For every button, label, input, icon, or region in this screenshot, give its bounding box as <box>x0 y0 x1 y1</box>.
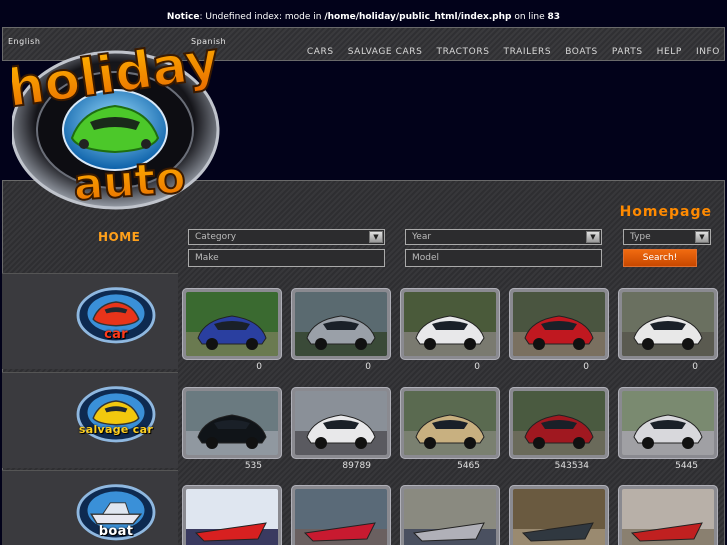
listing-count: 89789 <box>342 461 371 471</box>
vehicle-thumbnail[interactable] <box>182 485 282 545</box>
vehicle-thumbnail[interactable] <box>618 288 718 360</box>
vehicle-thumbnail[interactable] <box>291 288 391 360</box>
nav-tractors[interactable]: TRACTORS <box>436 47 489 57</box>
page-title: Homepage <box>619 204 712 220</box>
nav-help[interactable]: HELP <box>657 47 682 57</box>
vehicle-photo <box>404 391 496 455</box>
listing-count: 5445 <box>675 461 698 471</box>
nav-parts[interactable]: PARTS <box>612 47 643 57</box>
category-label: boat <box>98 524 134 539</box>
holiday-auto-logo[interactable]: holiday auto <box>12 38 222 210</box>
vehicle-thumbnail[interactable] <box>400 387 500 459</box>
listing-count: 0 <box>692 362 698 372</box>
svg-text:auto: auto <box>72 152 188 210</box>
type-select[interactable]: Type ▼ <box>623 229 711 245</box>
category-salvage-car-link[interactable] <box>68 382 164 458</box>
nav-info[interactable]: INFO <box>696 47 720 57</box>
main-nav: CARS SALVAGE CARS TRACTORS TRAILERS BOAT… <box>293 47 720 57</box>
category-select-value: Category <box>195 232 237 242</box>
notice-path: /home/holiday/public_html/index.php <box>324 12 512 22</box>
vehicle-photo <box>404 489 496 545</box>
vehicle-photo <box>513 391 605 455</box>
nav-trailers[interactable]: TRAILERS <box>504 47 552 57</box>
vehicle-photo <box>186 391 278 455</box>
notice-line: 83 <box>547 12 561 22</box>
listing-count: 5465 <box>457 461 480 471</box>
vehicle-photo <box>186 292 278 356</box>
nav-cars[interactable]: CARS <box>307 47 334 57</box>
php-notice: Notice: Undefined index: mode in /home/h… <box>0 12 727 22</box>
year-select[interactable]: Year ▼ <box>405 229 602 245</box>
listing-count: 543534 <box>554 461 589 471</box>
notice-message: : Undefined index: mode in <box>199 12 325 22</box>
model-input[interactable]: Model <box>405 249 602 267</box>
nav-salvage-cars[interactable]: SALVAGE CARS <box>348 47 423 57</box>
chevron-down-icon: ▼ <box>586 231 600 243</box>
vehicle-thumbnail[interactable] <box>618 485 718 545</box>
vehicle-photo <box>513 489 605 545</box>
vehicle-photo <box>295 292 387 356</box>
year-select-value: Year <box>412 232 432 242</box>
category-car-link[interactable] <box>68 283 164 359</box>
vehicle-thumbnail[interactable] <box>291 485 391 545</box>
vehicle-thumbnail[interactable] <box>509 288 609 360</box>
vehicle-thumbnail[interactable] <box>618 387 718 459</box>
vehicle-photo <box>622 292 714 356</box>
category-label: car <box>104 327 128 342</box>
vehicle-photo <box>513 292 605 356</box>
listing-count: 0 <box>474 362 480 372</box>
vehicle-photo <box>622 391 714 455</box>
vehicle-thumbnail[interactable] <box>182 387 282 459</box>
vehicle-thumbnail[interactable] <box>509 387 609 459</box>
vehicle-photo <box>622 489 714 545</box>
notice-line-prefix: on line <box>511 12 548 22</box>
vehicle-photo <box>295 391 387 455</box>
listing-count: 0 <box>256 362 262 372</box>
vehicle-photo <box>295 489 387 545</box>
vehicle-thumbnail[interactable] <box>182 288 282 360</box>
search-button[interactable]: Search! <box>623 249 697 267</box>
vehicle-thumbnail[interactable] <box>400 485 500 545</box>
notice-label: Notice <box>166 12 200 22</box>
listing-count: 0 <box>365 362 371 372</box>
vehicle-photo <box>186 489 278 545</box>
chevron-down-icon: ▼ <box>369 231 383 243</box>
vehicle-thumbnail[interactable] <box>291 387 391 459</box>
listing-count: 0 <box>583 362 589 372</box>
category-label: salvage car <box>78 423 154 436</box>
home-link[interactable]: HOME <box>98 230 140 244</box>
chevron-down-icon: ▼ <box>695 231 709 243</box>
make-input[interactable]: Make <box>188 249 385 267</box>
category-select[interactable]: Category ▼ <box>188 229 385 245</box>
vehicle-photo <box>404 292 496 356</box>
vehicle-thumbnail[interactable] <box>400 288 500 360</box>
vehicle-thumbnail[interactable] <box>509 485 609 545</box>
nav-boats[interactable]: BOATS <box>565 47 598 57</box>
type-select-value: Type <box>630 232 651 242</box>
